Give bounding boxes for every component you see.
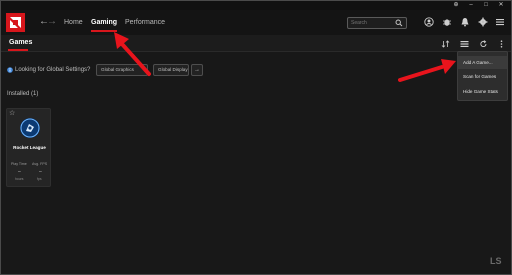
game-card-rocket-league[interactable]: ☆ Rocket League Play Time Avg. FPS – – h… (6, 108, 51, 187)
close-button[interactable]: ✕ (497, 2, 505, 9)
games-options-menu: Add A Game... Scan for Games Hide Game S… (457, 51, 508, 101)
forward-arrow-icon[interactable]: → (47, 16, 57, 28)
minimize-button[interactable]: – (467, 2, 475, 9)
global-settings-prompt: Looking for Global Settings? (15, 67, 91, 73)
games-subheader: Games (1, 35, 511, 52)
menu-item-scan-games[interactable]: Scan for Games (458, 70, 507, 83)
global-next-button[interactable]: → (191, 64, 203, 76)
rocket-league-icon (20, 118, 40, 138)
games-tab[interactable]: Games (9, 39, 32, 46)
stat-label-play-time: Play Time (11, 162, 27, 166)
stat-label-avg-fps: Avg. FPS (32, 162, 48, 166)
watermark-logo: LS (490, 256, 502, 266)
stat-value-avg-fps: – (39, 169, 42, 175)
gear-icon[interactable] (478, 17, 488, 27)
global-graphics-button[interactable]: Global Graphics (96, 64, 148, 76)
refresh-icon[interactable] (479, 40, 488, 48)
search-box[interactable] (347, 17, 407, 29)
amd-logo[interactable] (6, 13, 25, 32)
stat-unit-fps: fps (37, 177, 42, 181)
info-icon (7, 67, 13, 73)
bell-icon[interactable] (460, 17, 470, 27)
menu-item-hide-stats[interactable]: Hide Game Stats (458, 85, 507, 98)
sort-icon[interactable] (441, 40, 450, 48)
search-icon[interactable] (395, 19, 403, 27)
feedback-icon[interactable]: ⊕ (452, 2, 460, 9)
favorite-star-icon[interactable]: ☆ (9, 110, 15, 118)
tab-home[interactable]: Home (64, 18, 83, 27)
stat-value-play-time: – (18, 169, 21, 175)
global-display-button[interactable]: Global Display (153, 64, 189, 76)
stat-unit-hours: hours (15, 177, 24, 181)
search-input[interactable] (351, 19, 393, 27)
app-window: ⊕ – □ ✕ ← → Home Gaming Performance Sear… (0, 0, 512, 275)
tab-performance[interactable]: Performance (125, 18, 165, 27)
tab-gaming[interactable]: Gaming (91, 18, 117, 27)
bug-icon[interactable] (442, 17, 452, 27)
games-tab-indicator (8, 49, 28, 51)
user-icon[interactable] (424, 17, 434, 27)
maximize-button[interactable]: □ (482, 2, 490, 9)
list-view-icon[interactable] (460, 40, 469, 48)
more-vertical-icon[interactable] (497, 40, 506, 48)
active-tab-indicator (91, 30, 117, 32)
top-navigation: ← → Home Gaming Performance (1, 10, 511, 35)
annotation-arrow-add-game (398, 59, 456, 82)
menu-icon[interactable] (495, 17, 505, 27)
title-bar: ⊕ – □ ✕ (1, 1, 511, 10)
game-title: Rocket League (13, 145, 46, 150)
installed-heading: Installed (1) (7, 91, 39, 97)
menu-item-add-game[interactable]: Add A Game... (458, 56, 507, 69)
